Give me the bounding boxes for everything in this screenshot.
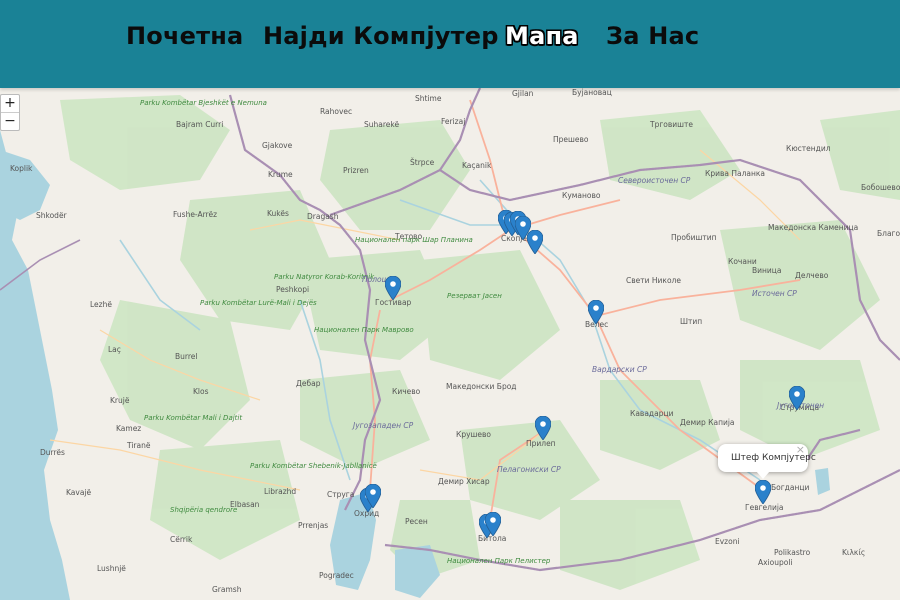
city-label: Durrës: [40, 448, 65, 457]
city-label: Dragash: [307, 212, 339, 221]
region-label: Југозападен СР: [351, 421, 414, 430]
popup-tip: [756, 471, 770, 479]
park-label: Parku Kombëtar Mali i Dajtit: [144, 414, 242, 422]
city-label: Прилеп: [526, 439, 556, 448]
city-label: Štrpce: [410, 158, 435, 167]
city-label: Bajram Curri: [176, 120, 223, 129]
city-label: Богданци: [771, 483, 809, 492]
city-label: Krume: [268, 170, 293, 179]
city-label: Prizren: [343, 166, 369, 175]
zoom-control: + −: [0, 94, 20, 131]
city-label: Бобошево: [861, 183, 900, 192]
map-marker-icon[interactable]: [789, 386, 805, 410]
city-label: Македонска Каменица: [768, 223, 858, 232]
city-label: Kamez: [116, 424, 141, 433]
map-marker-icon[interactable]: [385, 276, 401, 300]
map-marker-icon[interactable]: [588, 300, 604, 324]
park-label: Shqipëria qendrore: [170, 506, 237, 514]
city-label: Демир Капија: [680, 418, 735, 427]
city-label: Трговиште: [649, 120, 693, 129]
park-label: Parku Kombëtar Lurë-Mali i Dejës: [200, 299, 317, 307]
city-label: Крива Паланка: [705, 169, 765, 178]
city-label: Tiranë: [126, 441, 151, 450]
city-label: Shkodër: [36, 211, 68, 220]
marker-popup: Штеф Компјутерс ×: [718, 443, 816, 479]
park-label: Национален Парк Маврово: [314, 326, 414, 334]
city-label: Klos: [193, 387, 209, 396]
city-label: Kavajë: [66, 488, 92, 497]
city-label: Laç: [108, 345, 121, 354]
city-label: Gramsh: [212, 585, 242, 594]
map-marker-icon[interactable]: [527, 230, 543, 254]
city-label: Кавадарци: [630, 409, 674, 418]
city-label: Прешево: [553, 135, 589, 144]
city-label: Shtime: [415, 94, 442, 103]
city-label: Cërrik: [170, 535, 193, 544]
park-label: Parku Kombëtar Shebenik-Jabllanicë: [250, 462, 377, 470]
region-label: Североисточен СР: [618, 176, 691, 185]
park-label: Parku Kombëtar Bjeshkët e Nemuna: [140, 99, 267, 107]
city-label: Krujë: [110, 396, 130, 405]
nav-map[interactable]: Мапа: [505, 22, 579, 50]
city-label: Lushnjë: [97, 564, 126, 573]
top-navigation-bar: Почетна Најди Компјутер Мапа За Нас: [0, 0, 900, 88]
city-label: Lezhë: [90, 300, 112, 309]
nav-find-computer[interactable]: Најди Компјутер: [263, 22, 499, 50]
nav-home[interactable]: Почетна: [126, 22, 243, 50]
city-label: Ferizaj: [441, 117, 465, 126]
region-label: Пелагониски СР: [497, 465, 561, 474]
city-label: Rahovec: [320, 107, 352, 116]
city-label: Gjilan: [512, 89, 534, 98]
park-label: Резерват Јасен: [447, 292, 502, 300]
city-label: Пробиштип: [671, 233, 717, 242]
popup-close-button[interactable]: ×: [796, 443, 805, 456]
map-marker-icon[interactable]: [485, 512, 501, 536]
city-label: Peshkopi: [276, 285, 309, 294]
city-label: Polikastro: [774, 548, 811, 557]
city-label: Pogradec: [319, 571, 354, 580]
nav-about-us[interactable]: За Нас: [606, 22, 699, 50]
city-label: Κιλκίς: [842, 548, 865, 557]
city-label: Кочани: [728, 257, 757, 266]
map-tiles: Gjakove Prizren Ferizaj Gjilan Бујановац…: [0, 88, 900, 600]
city-label: Prrenjas: [298, 521, 328, 530]
zoom-out-button[interactable]: −: [1, 112, 19, 130]
park-label: Национален Парк Пелистер: [447, 557, 551, 565]
park-label: Parku Natyror Korab-Koritnik: [274, 273, 375, 281]
city-label: Librazhd: [264, 487, 296, 496]
city-label: Kukës: [267, 209, 289, 218]
city-label: Kaçanik: [462, 161, 492, 170]
city-label: Свети Николе: [626, 276, 681, 285]
city-label: Evzoni: [715, 537, 740, 546]
park-label: Национален парк Шар Планина: [355, 236, 473, 244]
city-label: Штип: [680, 317, 702, 326]
city-label: Fushe-Arrëz: [173, 210, 217, 219]
city-label: Виница: [752, 266, 782, 275]
region-label: Вардарски СР: [592, 365, 647, 374]
zoom-in-button[interactable]: +: [1, 95, 19, 112]
city-label: Ресен: [405, 517, 428, 526]
city-label: Дебар: [296, 379, 321, 388]
city-label: Благоевград: [877, 229, 900, 238]
map-marker-icon[interactable]: [535, 416, 551, 440]
city-label: Gjakove: [262, 141, 293, 150]
city-label: Демир Хисар: [438, 477, 490, 486]
city-label: Македонски Брод: [446, 382, 516, 391]
city-label: Крушево: [456, 430, 491, 439]
city-label: Струга: [327, 490, 354, 499]
city-label: Делчево: [795, 271, 829, 280]
city-label: Кюстендил: [786, 144, 831, 153]
city-label: Suharekë: [364, 120, 399, 129]
city-label: Кичево: [392, 387, 421, 396]
city-label: Burrel: [175, 352, 197, 361]
city-label: Koplik: [10, 164, 33, 173]
region-label: Источен СР: [752, 289, 797, 298]
map-container[interactable]: Gjakove Prizren Ferizaj Gjilan Бујановац…: [0, 88, 900, 600]
map-marker-icon[interactable]: [755, 480, 771, 504]
city-label: Гевгелија: [745, 503, 784, 512]
city-label: Куманово: [562, 191, 601, 200]
city-label: Бујановац: [572, 88, 612, 97]
city-label: Axioupoli: [758, 558, 793, 567]
map-marker-icon[interactable]: [365, 484, 381, 508]
